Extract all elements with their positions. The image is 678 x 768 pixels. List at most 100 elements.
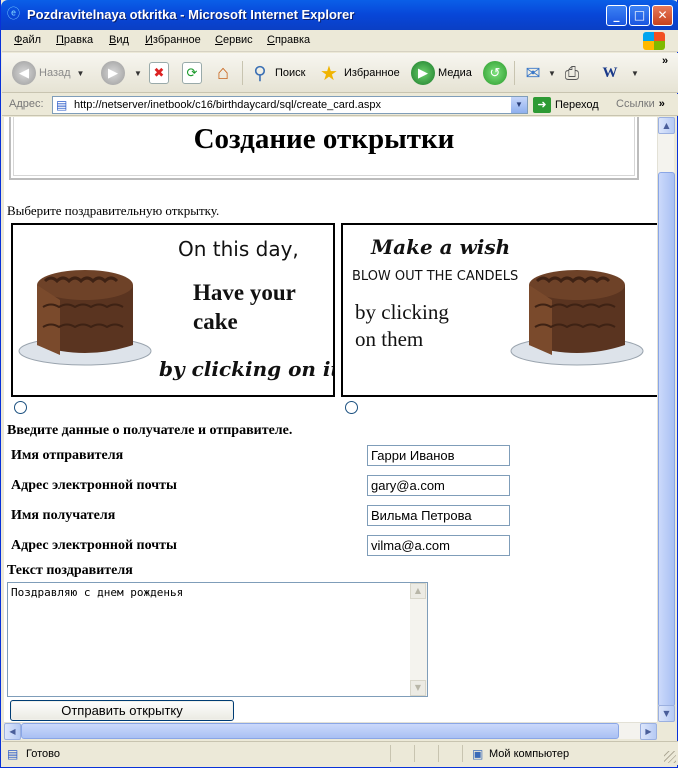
resize-grip[interactable] — [664, 751, 676, 763]
menu-favorites[interactable]: Избранное — [145, 34, 201, 46]
card-wish[interactable]: Make a wish BLOW OUT THE CANDELS by clic… — [341, 223, 657, 397]
page-title: Создание открытки — [193, 123, 455, 155]
scroll-down-icon[interactable]: ▼ — [658, 705, 675, 722]
security-zone: Мой компьютер — [489, 748, 570, 760]
toolbar-separator — [514, 61, 515, 85]
address-dropdown-icon[interactable]: ▼ — [511, 97, 527, 113]
back-button[interactable]: ◀ Назад ▼ — [12, 59, 84, 87]
history-button[interactable]: ↺ — [483, 59, 510, 87]
links-button[interactable]: Ссылки» — [616, 98, 665, 110]
back-dropdown-icon[interactable]: ▼ — [77, 69, 85, 78]
scroll-up-icon[interactable]: ▲ — [658, 117, 675, 134]
menu-view[interactable]: Вид — [109, 34, 129, 46]
card-line: On this day, — [178, 237, 299, 261]
card-line: BLOW OUT THE CANDELS — [352, 269, 519, 284]
recipient-name-label: Имя получателя — [11, 508, 116, 523]
status-separator — [438, 745, 439, 762]
computer-icon: ▣ — [472, 747, 484, 761]
star-icon: ★ — [320, 62, 338, 85]
mail-icon: ✉ — [525, 62, 541, 83]
edit-word-button[interactable]: W ▼ — [598, 59, 639, 87]
menu-edit[interactable]: Правка — [56, 34, 93, 46]
card-line: on them — [355, 327, 424, 351]
card-line: cake — [193, 309, 238, 334]
print-button[interactable]: ⎙ — [560, 59, 587, 87]
recipient-name-input[interactable]: Вильма Петрова — [367, 505, 510, 526]
maximize-button[interactable]: □ — [629, 5, 650, 26]
media-button[interactable]: ▶ Медиа — [411, 59, 472, 87]
word-icon: W — [602, 64, 618, 81]
address-input[interactable]: ▤ http://netserver/inetbook/c16/birthday… — [52, 96, 528, 114]
vertical-scrollbar[interactable]: ▲ ▼ — [657, 117, 675, 722]
toolbar-chevron[interactable]: » — [662, 53, 668, 69]
go-arrow-icon: ➜ — [533, 97, 551, 113]
forward-button[interactable]: ▶ ▼ — [101, 59, 142, 87]
address-bar: Адрес: ▤ http://netserver/inetbook/c16/b… — [2, 94, 678, 116]
scroll-thumb[interactable] — [658, 172, 675, 707]
message-scrollbar[interactable]: ▲ ▼ — [410, 583, 427, 696]
printer-icon: ⎙ — [564, 62, 580, 83]
section-title: Введите данные о получателе и отправител… — [7, 423, 293, 438]
search-icon: ⚲ — [253, 62, 267, 83]
message-label: Текст поздравителя — [7, 563, 133, 578]
card-cake[interactable]: On this day, Have your cake by clicking … — [11, 223, 335, 397]
menu-help[interactable]: Справка — [267, 34, 310, 46]
page-title-box: Создание открытки — [9, 117, 639, 180]
scroll-thumb[interactable] — [21, 723, 619, 739]
toolbar-separator — [242, 61, 243, 85]
refresh-button[interactable]: ⟳ — [182, 59, 205, 87]
horizontal-scrollbar[interactable]: ◀ ▶ — [4, 722, 657, 740]
recipient-email-input[interactable]: vilma@a.com — [367, 535, 510, 556]
mail-button[interactable]: ✉ ▼ — [521, 59, 556, 87]
toolbar: ◀ Назад ▼ ▶ ▼ ✖ ⟳ ⌂ ⚲ Поиск ★ Избранное … — [2, 53, 678, 93]
card-cake-radio[interactable] — [14, 401, 27, 414]
card-line: Have your — [193, 280, 296, 305]
menu-bar: Файл Правка Вид Избранное Сервис Справка — [2, 30, 678, 52]
card-line: by clicking on it — [159, 357, 335, 381]
mail-dropdown-icon[interactable]: ▼ — [548, 69, 556, 78]
history-icon: ↺ — [483, 61, 507, 85]
refresh-icon: ⟳ — [182, 62, 202, 84]
card-line: by clicking — [355, 300, 449, 324]
ie-logo-icon: ⓔ — [7, 7, 21, 22]
menu-tools[interactable]: Сервис — [215, 34, 253, 46]
status-separator — [390, 745, 391, 762]
status-bar: ▤ Готово ▣ Мой компьютер — [2, 741, 678, 765]
windows-logo-icon — [643, 32, 665, 50]
address-url: http://netserver/inetbook/c16/birthdayca… — [74, 99, 381, 111]
forward-arrow-icon: ▶ — [101, 61, 125, 85]
sender-email-input[interactable]: gary@a.com — [367, 475, 510, 496]
browser-window: ⓔ Pozdravitelnaya otkritka - Microsoft I… — [0, 0, 678, 768]
send-card-button[interactable]: Отправить открытку — [10, 700, 234, 721]
status-text: Готово — [26, 748, 60, 760]
menu-file[interactable]: Файл — [14, 34, 41, 46]
sender-name-input[interactable]: Гарри Иванов — [367, 445, 510, 466]
sender-email-label: Адрес электронной почты — [11, 478, 177, 493]
card-wish-radio[interactable] — [345, 401, 358, 414]
card-line: Make a wish — [371, 235, 511, 259]
scroll-up-icon[interactable]: ▲ — [410, 583, 426, 599]
window-title: Pozdravitelnaya otkritka - Microsoft Int… — [27, 7, 355, 22]
message-text: Поздравляю с днем рожденья — [11, 586, 184, 599]
close-button[interactable]: ✕ — [652, 5, 673, 26]
scroll-left-icon[interactable]: ◀ — [4, 723, 21, 740]
home-button[interactable]: ⌂ — [211, 59, 238, 87]
edit-dropdown-icon[interactable]: ▼ — [631, 69, 639, 78]
back-arrow-icon: ◀ — [12, 61, 36, 85]
status-separator — [462, 745, 463, 762]
scroll-right-icon[interactable]: ▶ — [640, 723, 657, 740]
minimize-button[interactable]: _ — [606, 5, 627, 26]
recipient-email-label: Адрес электронной почты — [11, 538, 177, 553]
favorites-button[interactable]: ★ Избранное — [317, 59, 400, 87]
message-textarea[interactable]: Поздравляю с днем рожденья ▲ ▼ — [7, 582, 428, 697]
stop-button[interactable]: ✖ — [149, 59, 172, 87]
title-bar[interactable]: ⓔ Pozdravitelnaya otkritka - Microsoft I… — [1, 0, 678, 30]
go-button[interactable]: ➜ Переход — [533, 97, 599, 113]
scroll-down-icon[interactable]: ▼ — [410, 680, 426, 696]
cake-image — [18, 270, 152, 366]
forward-dropdown-icon[interactable]: ▼ — [134, 69, 142, 78]
address-label: Адрес: — [9, 98, 44, 110]
search-button[interactable]: ⚲ Поиск — [248, 59, 305, 87]
page-icon: ▤ — [7, 747, 19, 761]
cake-image — [510, 270, 644, 366]
